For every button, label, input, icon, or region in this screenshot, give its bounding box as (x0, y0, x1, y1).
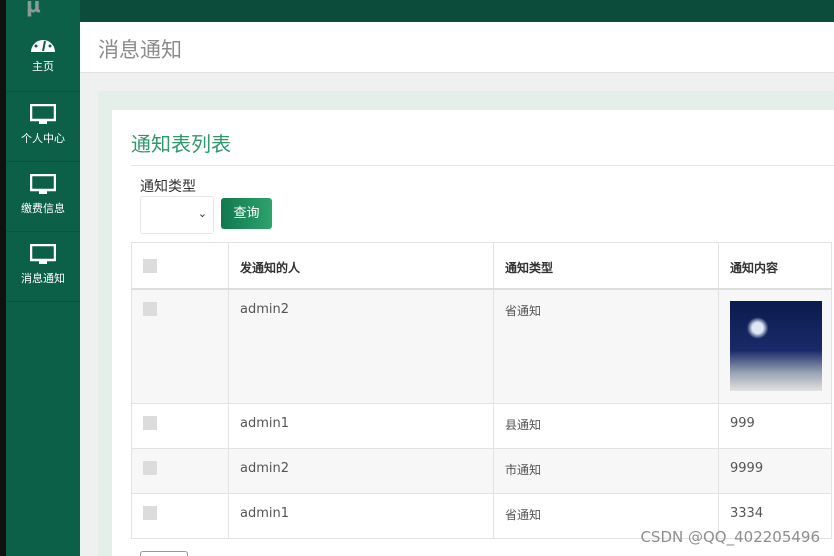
sidebar: μ 主页 个人中心 缴费信息 消息通知 (6, 0, 80, 556)
table-header: 发通知的人 通知类型 通知内容 (131, 242, 832, 290)
type-cell: 省通知 (493, 288, 719, 404)
row-checkbox[interactable] (143, 505, 157, 520)
content-cell: 999 (718, 402, 832, 449)
pagination-button[interactable] (140, 551, 188, 556)
page-title: 消息通知 (98, 38, 182, 62)
monitor-icon (30, 244, 56, 264)
column-header: 通知类型 (493, 242, 719, 290)
sender-cell: admin2 (228, 288, 494, 404)
card-title: 通知表列表 (131, 128, 834, 166)
monitor-icon (30, 104, 56, 124)
column-header: 发通知的人 (228, 242, 494, 290)
sidebar-item-home[interactable]: 主页 (6, 22, 80, 92)
sender-cell: admin2 (228, 447, 494, 494)
monitor-icon (30, 174, 56, 194)
content-image (730, 301, 822, 392)
type-cell: 县通知 (493, 402, 719, 449)
dashboard-icon (31, 36, 55, 52)
sidebar-item-profile[interactable]: 个人中心 (6, 92, 80, 162)
list-card: 通知表列表 通知类型 ⌄ 查询 发通知的人 通知类型 通知内容 admin2 省… (112, 110, 834, 556)
query-button[interactable]: 查询 (221, 198, 272, 229)
sidebar-item-label: 主页 (32, 60, 54, 73)
notification-table: 发通知的人 通知类型 通知内容 admin2 省通知 admin1 县通知 99… (131, 242, 832, 539)
sender-cell: admin1 (228, 492, 494, 539)
sidebar-item-label: 个人中心 (21, 132, 65, 145)
select-all-checkbox[interactable] (143, 259, 157, 273)
watermark: CSDN @QQ_402205496 (640, 528, 820, 546)
filter-label: 通知类型 (140, 179, 196, 195)
table-row: admin2 省通知 (131, 288, 832, 404)
sidebar-item-label: 消息通知 (21, 272, 65, 285)
sender-cell: admin1 (228, 402, 494, 449)
row-checkbox[interactable] (143, 415, 157, 430)
type-cell: 市通知 (493, 447, 719, 494)
row-checkbox[interactable] (143, 302, 157, 316)
page-header: 消息通知 (80, 22, 834, 73)
chevron-down-icon: ⌄ (197, 207, 207, 220)
content-cell: 9999 (718, 447, 832, 494)
row-checkbox[interactable] (143, 460, 157, 475)
notification-type-select[interactable]: ⌄ (140, 196, 214, 234)
column-header: 通知内容 (718, 242, 832, 290)
top-bar (80, 0, 834, 22)
table-row: admin2 市通知 9999 (131, 447, 832, 494)
sidebar-item-label: 缴费信息 (21, 202, 65, 215)
table-row: admin1 县通知 999 (131, 402, 832, 449)
logo: μ (26, 0, 41, 17)
sidebar-item-notifications[interactable]: 消息通知 (6, 232, 80, 302)
sidebar-item-payment[interactable]: 缴费信息 (6, 162, 80, 232)
